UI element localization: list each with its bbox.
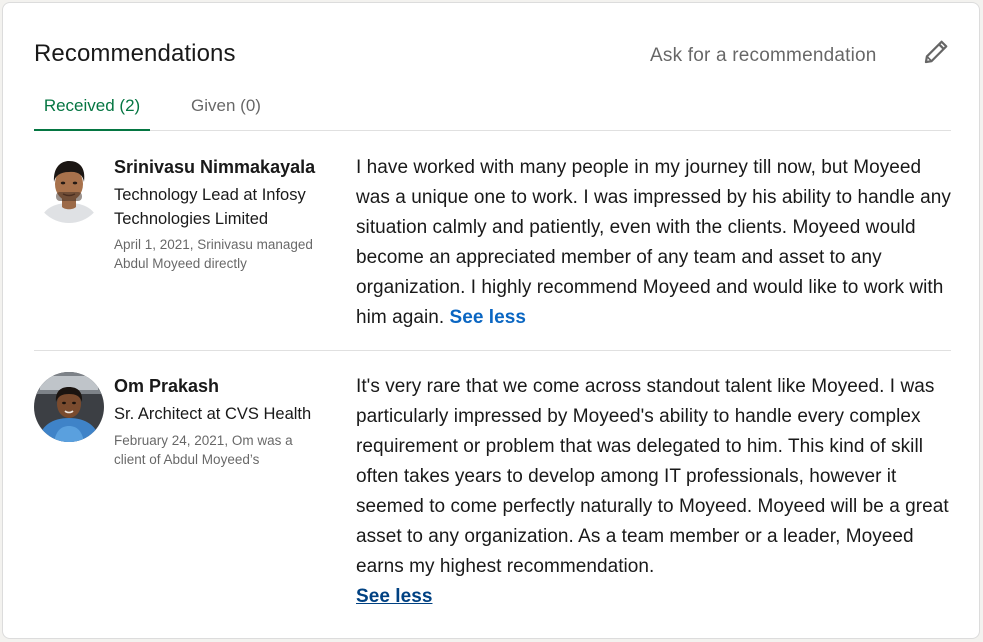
recommendation-text: I have worked with many people in my jou… bbox=[356, 157, 951, 328]
recommender-name[interactable]: Om Prakash bbox=[114, 376, 219, 397]
edit-button[interactable] bbox=[919, 35, 953, 69]
tab-given[interactable]: Given (0) bbox=[180, 87, 272, 131]
recommendation-item: Srinivasu Nimmakayala Technology Lead at… bbox=[34, 153, 951, 351]
tab-received[interactable]: Received (2) bbox=[34, 87, 150, 131]
avatar[interactable] bbox=[34, 153, 104, 223]
recommendation-text-container: It's very rare that we come across stand… bbox=[356, 372, 951, 612]
pencil-icon bbox=[924, 40, 948, 64]
recommendation-tabs: Received (2) Given (0) bbox=[34, 87, 951, 131]
recommender-name[interactable]: Srinivasu Nimmakayala bbox=[114, 157, 315, 178]
recommendations-card: Recommendations Ask for a recommendation… bbox=[2, 2, 980, 639]
recommendation-item: Om Prakash Sr. Architect at CVS Health F… bbox=[34, 372, 951, 622]
recommendation-meta: April 1, 2021, Srinivasu managed Abdul M… bbox=[114, 237, 313, 271]
recommendation-meta: February 24, 2021, Om was a client of Ab… bbox=[114, 433, 293, 467]
see-less-link[interactable]: See less bbox=[356, 586, 432, 607]
see-less-link[interactable]: See less bbox=[450, 307, 526, 328]
recommendation-text: It's very rare that we come across stand… bbox=[356, 376, 949, 577]
avatar[interactable] bbox=[34, 372, 104, 442]
ask-for-recommendation-link[interactable]: Ask for a recommendation bbox=[650, 45, 877, 67]
recommender-headline: Technology Lead at Infosy Technologies L… bbox=[114, 186, 306, 228]
section-title: Recommendations bbox=[34, 40, 236, 67]
recommendation-text-container: I have worked with many people in my jou… bbox=[356, 153, 951, 333]
recommender-headline: Sr. Architect at CVS Health bbox=[114, 405, 312, 423]
